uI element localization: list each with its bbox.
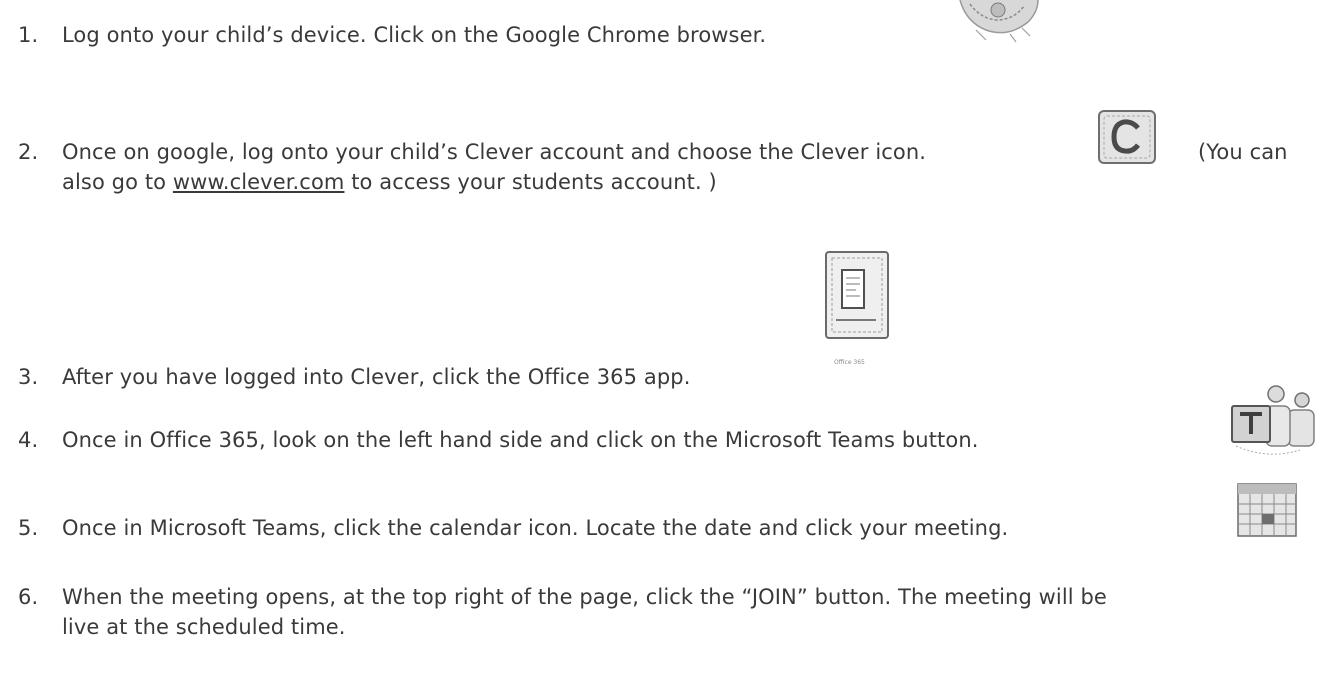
clever-link[interactable]: www.clever.com [173,170,345,194]
step-number: 6. [18,585,39,609]
step-text: Once in Office 365, look on the left han… [62,428,979,452]
step-text-line-2: also go to www.clever.com to access your… [62,170,717,194]
step-text-line-2: live at the scheduled time. [62,615,346,639]
step-number: 5. [18,516,39,540]
step-number: 2. [18,140,39,164]
clever-icon [1096,108,1158,166]
step-number: 4. [18,428,39,452]
step-text-continued: (You can [1198,140,1288,164]
step-number: 3. [18,365,39,389]
step-number: 1. [18,23,39,47]
office-365-icon [816,250,896,354]
office-365-caption: Office 365 [834,359,865,366]
step-text: Log onto your child’s device. Click on t… [62,23,767,47]
microsoft-teams-icon [1228,384,1318,464]
step-6: 6. When the meeting opens, at the top ri… [18,582,1318,644]
step-text: Once on google, log onto your child’s Cl… [62,140,927,164]
instructions-page: 1. Log onto your child’s device. Click o… [0,0,1324,700]
step-text: Once in Microsoft Teams, click the calen… [62,516,1009,540]
step-text-line-1: When the meeting opens, at the top right… [62,585,1107,609]
step-text: After you have logged into Clever, click… [62,365,691,389]
calendar-icon [1236,482,1298,538]
chrome-icon [956,0,1040,46]
